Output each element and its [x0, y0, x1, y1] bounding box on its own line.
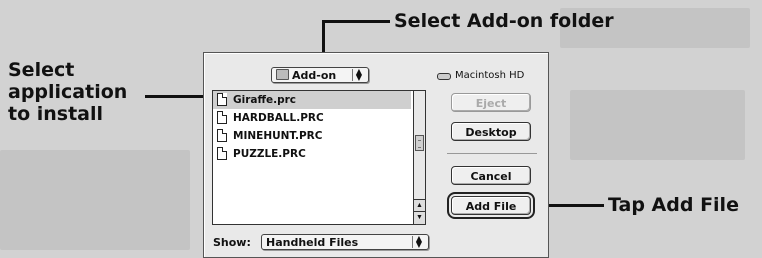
add-file-dialog: Add-on ▲ ▼ Macintosh HD Giraffe.prc HARDB… [203, 52, 549, 258]
document-icon [217, 129, 227, 142]
callout-add-file: Tap Add File [608, 194, 739, 216]
folder-popup[interactable]: Add-on ▲ ▼ [271, 67, 369, 83]
list-item[interactable]: HARDBALL.PRC [213, 109, 411, 127]
list-item[interactable]: MINEHUNT.PRC [213, 127, 411, 145]
volume-name: Macintosh HD [455, 70, 525, 81]
desktop-button[interactable]: Desktop [451, 122, 531, 141]
divider [447, 153, 537, 154]
hard-disk-icon [437, 73, 451, 80]
list-item[interactable]: Giraffe.prc [213, 91, 411, 109]
eject-button[interactable]: Eject [451, 93, 531, 112]
show-label: Show: [213, 236, 251, 249]
callout-select-folder: Select Add-on folder [394, 10, 614, 32]
list-item[interactable]: PUZZLE.PRC [213, 145, 411, 163]
show-popup-label: Handheld Files [266, 236, 359, 249]
background-blur [570, 90, 745, 160]
callout-select-app-3: to install [8, 103, 104, 125]
callout-select-app-1: Select [8, 59, 75, 81]
scroll-thumb[interactable] [415, 135, 424, 151]
popup-arrows-icon: ▲ ▼ [412, 235, 425, 249]
document-icon [217, 111, 227, 124]
document-icon [217, 93, 227, 106]
document-icon [217, 147, 227, 160]
show-popup[interactable]: Handheld Files ▲ ▼ [261, 234, 429, 250]
leader-line [322, 20, 390, 23]
callout-select-app-2: application [8, 81, 128, 103]
folder-popup-label: Add-on [292, 69, 337, 82]
cancel-button[interactable]: Cancel [451, 166, 531, 185]
scroll-down-button[interactable]: ▼ [414, 211, 425, 224]
popup-arrows-icon: ▲ ▼ [352, 68, 365, 82]
file-list[interactable]: Giraffe.prc HARDBALL.PRC MINEHUNT.PRC PU… [212, 90, 426, 225]
vertical-scrollbar[interactable]: ▲ ▼ [413, 91, 425, 224]
background-blur [0, 150, 190, 250]
folder-icon [276, 69, 289, 80]
add-file-button[interactable]: Add File [447, 192, 535, 219]
